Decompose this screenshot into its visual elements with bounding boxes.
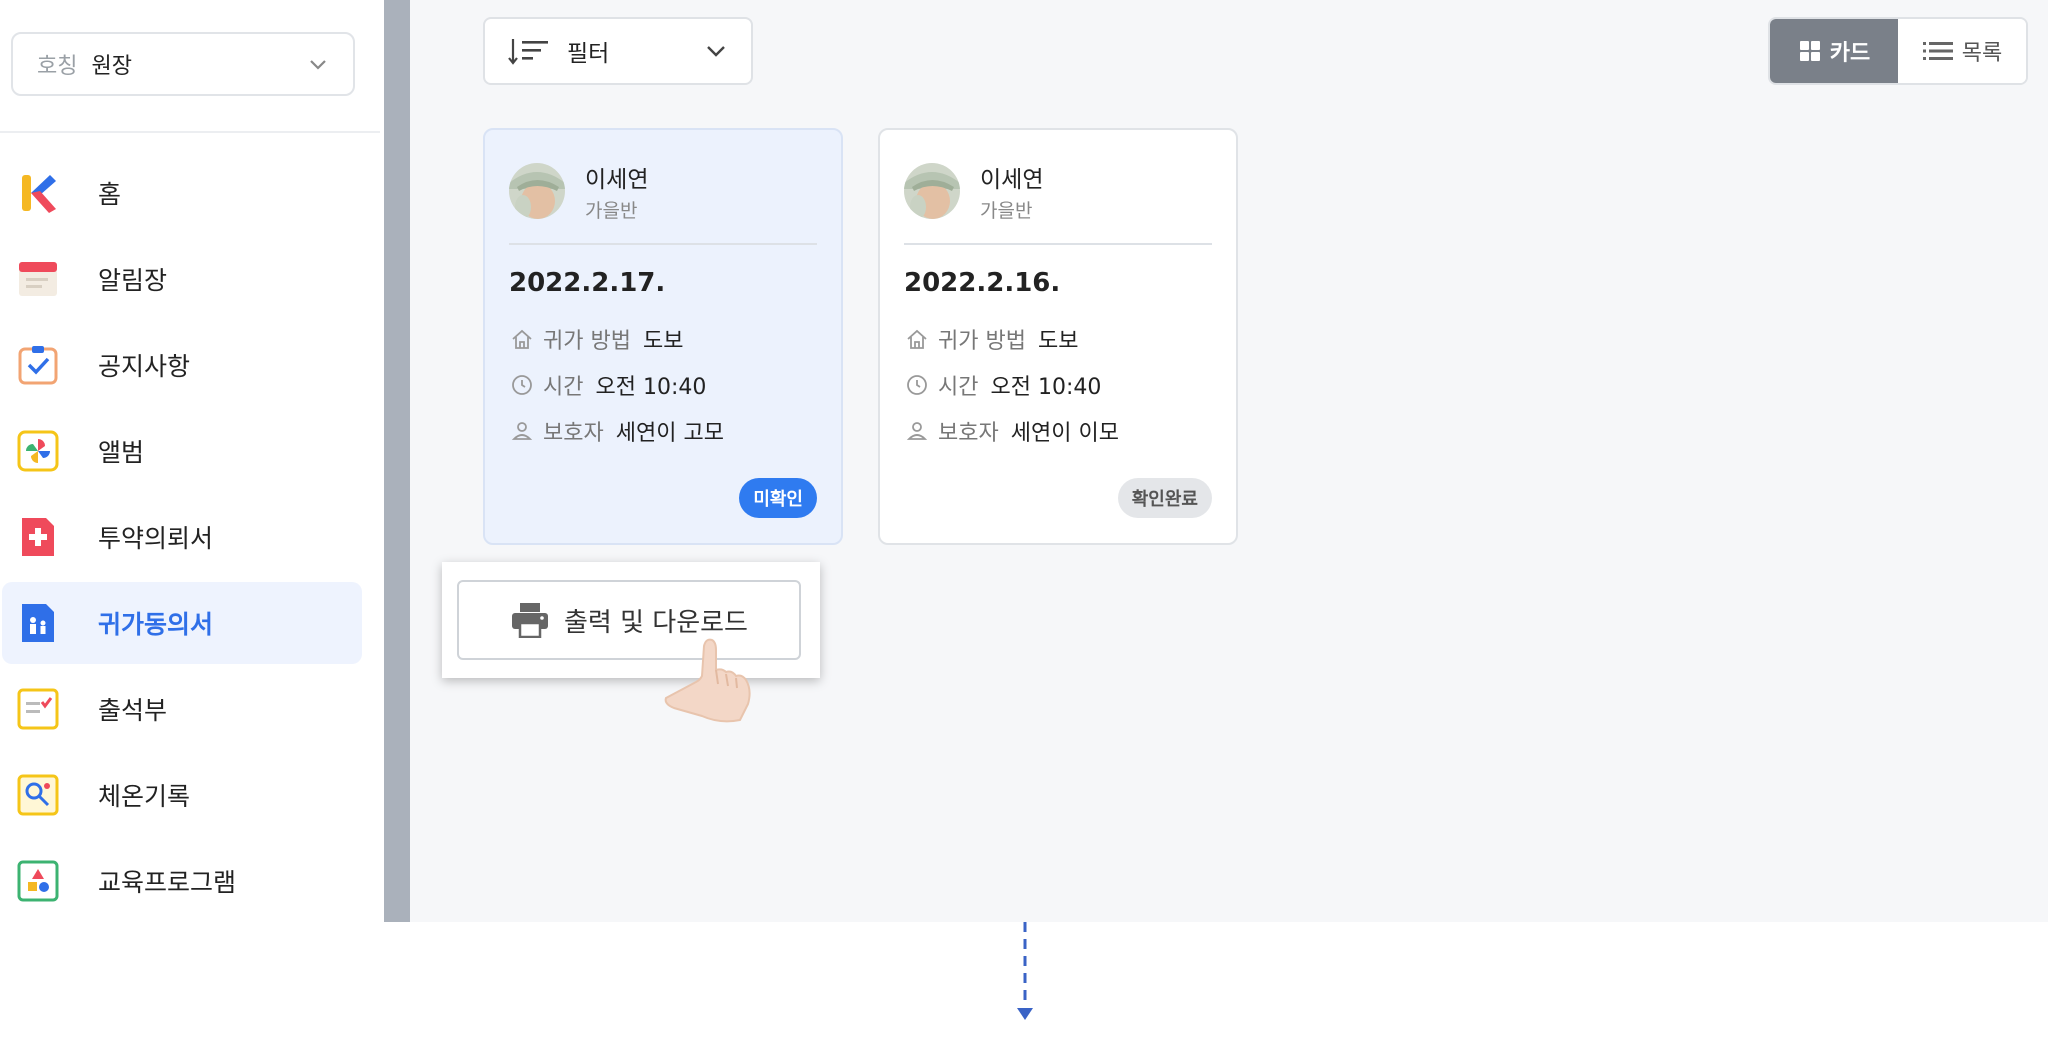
status-badge: 미확인 bbox=[739, 478, 817, 518]
sidebar-item-notice[interactable]: 공지사항 bbox=[2, 324, 362, 406]
printer-icon bbox=[512, 603, 548, 638]
person-icon bbox=[904, 418, 930, 444]
sidebar-item-label: 알림장 bbox=[98, 266, 168, 295]
sidebar-item-medicine[interactable]: 투약의뢰서 bbox=[2, 496, 362, 578]
sidebar-item-label: 귀가동의서 bbox=[98, 610, 214, 639]
sidebar-item-education[interactable]: 교육프로그램 bbox=[2, 840, 362, 922]
return-method-value: 도보 bbox=[1037, 329, 1079, 354]
consent-card[interactable]: 이세연 가을반 2022.2.17. 귀가 방법 도보 시간 오전 10:40 … bbox=[483, 128, 843, 545]
dashed-down-arrow bbox=[1017, 922, 1033, 1020]
home-icon bbox=[904, 326, 930, 352]
clock-icon bbox=[904, 372, 930, 398]
filter-button[interactable]: 필터 bbox=[483, 17, 753, 85]
sidebar-item-label: 출석부 bbox=[98, 696, 168, 725]
time-key: 시간 bbox=[938, 375, 979, 400]
guardian-value: 세연이 이모 bbox=[1010, 421, 1119, 446]
thermometer-record-icon bbox=[16, 773, 60, 817]
notebook-icon bbox=[16, 257, 60, 301]
sidebar-item-label: 공지사항 bbox=[98, 352, 191, 381]
person-icon bbox=[509, 418, 535, 444]
child-name: 이세연 bbox=[980, 167, 1044, 193]
view-toggle: 카드 목록 bbox=[1768, 17, 2028, 85]
return-method-row: 귀가 방법 도보 bbox=[509, 323, 683, 355]
sidebar-separator bbox=[384, 0, 410, 922]
time-row: 시간 오전 10:40 bbox=[509, 369, 706, 401]
chevron-down-icon bbox=[310, 60, 326, 70]
sidebar-item-label: 교육프로그램 bbox=[98, 868, 237, 897]
card-date: 2022.2.16. bbox=[904, 268, 1061, 298]
sidebar-item-temperature[interactable]: 체온기록 bbox=[2, 754, 362, 836]
education-shapes-icon bbox=[16, 859, 60, 903]
grid-icon bbox=[1799, 41, 1820, 61]
view-card-label: 카드 bbox=[1829, 41, 1871, 66]
title-select[interactable]: 호칭 원장 bbox=[11, 32, 355, 96]
time-row: 시간 오전 10:40 bbox=[904, 369, 1101, 401]
view-card-button[interactable]: 카드 bbox=[1770, 19, 1898, 83]
time-value: 오전 10:40 bbox=[595, 375, 707, 400]
title-select-value: 원장 bbox=[91, 54, 132, 79]
return-method-key: 귀가 방법 bbox=[938, 329, 1026, 354]
going-home-icon bbox=[16, 601, 60, 645]
clock-icon bbox=[509, 372, 535, 398]
sidebar-item-notebook[interactable]: 알림장 bbox=[2, 238, 362, 320]
child-name: 이세연 bbox=[585, 167, 649, 193]
avatar bbox=[904, 163, 960, 219]
list-icon bbox=[1922, 42, 1953, 60]
return-method-row: 귀가 방법 도보 bbox=[904, 323, 1078, 355]
view-list-button[interactable]: 목록 bbox=[1898, 19, 2026, 83]
status-badge: 확인완료 bbox=[1117, 478, 1212, 518]
sidebar-item-label: 앨범 bbox=[98, 438, 145, 467]
guardian-value: 세연이 고모 bbox=[615, 421, 724, 446]
card-date: 2022.2.17. bbox=[509, 268, 666, 298]
sidebar-item-home[interactable]: 홈 bbox=[2, 152, 362, 234]
guardian-row: 보호자 세연이 이모 bbox=[904, 415, 1119, 447]
home-icon bbox=[509, 326, 535, 352]
medicine-cross-icon bbox=[16, 515, 60, 559]
sort-filter-icon bbox=[508, 39, 548, 65]
sidebar-item-attendance[interactable]: 출석부 bbox=[2, 668, 362, 750]
time-key: 시간 bbox=[543, 375, 584, 400]
sidebar-item-going-home[interactable]: 귀가동의서 bbox=[2, 582, 362, 664]
return-method-key: 귀가 방법 bbox=[543, 329, 631, 354]
sidebar-item-label: 체온기록 bbox=[98, 782, 191, 811]
class-name: 가을반 bbox=[585, 200, 638, 222]
guardian-key: 보호자 bbox=[938, 421, 999, 446]
card-divider bbox=[509, 243, 817, 245]
pointing-hand-icon bbox=[664, 638, 751, 723]
sidebar: 호칭 원장 홈 알림장 공지사항 앨범 투약의뢰서 귀가동의서 출석부 체온기록… bbox=[0, 0, 384, 922]
kidsnote-logo-icon bbox=[16, 171, 60, 215]
time-value: 오전 10:40 bbox=[990, 375, 1102, 400]
sidebar-divider bbox=[0, 131, 380, 133]
guardian-key: 보호자 bbox=[543, 421, 604, 446]
sidebar-item-album[interactable]: 앨범 bbox=[2, 410, 362, 492]
card-divider bbox=[904, 243, 1212, 245]
class-name: 가을반 bbox=[980, 200, 1033, 222]
view-list-label: 목록 bbox=[1961, 41, 2003, 66]
title-select-label: 호칭 bbox=[37, 54, 78, 79]
filter-label: 필터 bbox=[567, 41, 610, 67]
consent-card[interactable]: 이세연 가을반 2022.2.16. 귀가 방법 도보 시간 오전 10:40 … bbox=[878, 128, 1238, 545]
avatar bbox=[509, 163, 565, 219]
chevron-down-icon bbox=[707, 46, 725, 57]
sidebar-item-label: 투약의뢰서 bbox=[98, 524, 214, 553]
attendance-icon bbox=[16, 687, 60, 731]
return-method-value: 도보 bbox=[642, 329, 684, 354]
sidebar-item-label: 홈 bbox=[98, 180, 122, 209]
notice-check-icon bbox=[16, 343, 60, 387]
guardian-row: 보호자 세연이 고모 bbox=[509, 415, 724, 447]
album-pinwheel-icon bbox=[16, 429, 60, 473]
